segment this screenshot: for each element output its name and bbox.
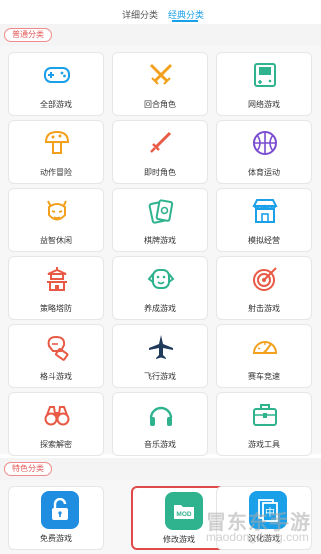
headphones-icon <box>149 406 173 426</box>
category-grid: 全部游戏 回合角色 网络游戏 动作冒险 即时角色 体育运动 益智休闲 棋牌游戏 … <box>0 46 321 456</box>
sword-icon <box>150 131 172 153</box>
boxing-glove-icon <box>47 335 69 361</box>
free-games-icon-box <box>41 491 79 529</box>
category-card-board[interactable]: 棋牌游戏 <box>112 188 208 252</box>
target-icon <box>253 267 277 291</box>
category-label: 探索解密 <box>40 440 72 449</box>
category-label: 动作冒险 <box>40 168 72 177</box>
category-shooting[interactable]: 射击游戏 <box>216 256 312 320</box>
toolbox-icon <box>253 404 277 426</box>
tab-detail[interactable]: 详细分类 <box>122 8 158 21</box>
section-title-common: 普通分类 <box>4 28 52 42</box>
category-sports[interactable]: 体育运动 <box>216 120 312 184</box>
mod-folder-icon: MOD <box>174 505 194 519</box>
section-title-special: 特色分类 <box>4 462 52 476</box>
cards-icon <box>148 199 174 224</box>
shop-icon <box>252 199 278 223</box>
mod-badge-text: MOD <box>176 511 191 518</box>
category-label: 全部游戏 <box>40 100 72 109</box>
section-header-special: 特色分类 <box>0 458 321 480</box>
category-label: 赛车竞速 <box>248 372 280 381</box>
active-tab-indicator <box>172 20 198 22</box>
category-label: 体育运动 <box>248 168 280 177</box>
game-console-icon <box>254 63 276 87</box>
category-puzzle-casual[interactable]: 益智休闲 <box>8 188 104 252</box>
modded-games-icon-box: MOD <box>165 492 203 530</box>
airplane-icon <box>149 335 173 359</box>
category-label: 免费游戏 <box>40 534 72 543</box>
section-header-common: 普通分类 <box>0 24 321 46</box>
devil-icon <box>47 200 67 221</box>
top-tab-bar: 详细分类 经典分类 <box>0 0 321 24</box>
category-action-adventure[interactable]: 动作冒险 <box>8 120 104 184</box>
category-strategy-td[interactable]: 策略塔防 <box>8 256 104 320</box>
pagoda-icon <box>47 267 67 291</box>
category-label: 射击游戏 <box>248 304 280 313</box>
unlock-icon <box>52 498 68 520</box>
category-music[interactable]: 音乐游戏 <box>112 392 208 456</box>
category-label: 模拟经营 <box>248 236 280 245</box>
gamepad-icon <box>44 67 70 83</box>
category-flight[interactable]: 飞行游戏 <box>112 324 208 388</box>
pet-face-icon <box>147 269 175 289</box>
category-simulation[interactable]: 模拟经营 <box>216 188 312 252</box>
category-label: 网络游戏 <box>248 100 280 109</box>
basketball-icon <box>253 131 277 155</box>
category-label: 益智休闲 <box>40 236 72 245</box>
category-label: 策略塔防 <box>40 304 72 313</box>
watermark-url: maodongdong.com <box>206 530 309 544</box>
category-label: 飞行游戏 <box>144 372 176 381</box>
category-label: 即时角色 <box>144 168 176 177</box>
binoculars-icon <box>44 406 70 426</box>
category-turn-rpg[interactable]: 回合角色 <box>112 52 208 116</box>
mushroom-icon <box>44 130 70 154</box>
category-online[interactable]: 网络游戏 <box>216 52 312 116</box>
category-label: 棋牌游戏 <box>144 236 176 245</box>
category-free-games[interactable]: 免费游戏 <box>8 486 104 550</box>
category-all-games[interactable]: 全部游戏 <box>8 52 104 116</box>
category-label: 音乐游戏 <box>144 440 176 449</box>
category-label: 养成游戏 <box>144 304 176 313</box>
speedometer-icon <box>252 341 278 354</box>
crossed-swords-icon <box>149 63 173 85</box>
category-label: 回合角色 <box>144 100 176 109</box>
category-exploration[interactable]: 探索解密 <box>8 392 104 456</box>
category-label: 游戏工具 <box>248 440 280 449</box>
category-racing[interactable]: 赛车竞速 <box>216 324 312 388</box>
category-realtime-rpg[interactable]: 即时角色 <box>112 120 208 184</box>
category-game-tools[interactable]: 游戏工具 <box>216 392 312 456</box>
category-fighting[interactable]: 格斗游戏 <box>8 324 104 388</box>
category-label: 格斗游戏 <box>40 372 72 381</box>
category-raising[interactable]: 养成游戏 <box>112 256 208 320</box>
